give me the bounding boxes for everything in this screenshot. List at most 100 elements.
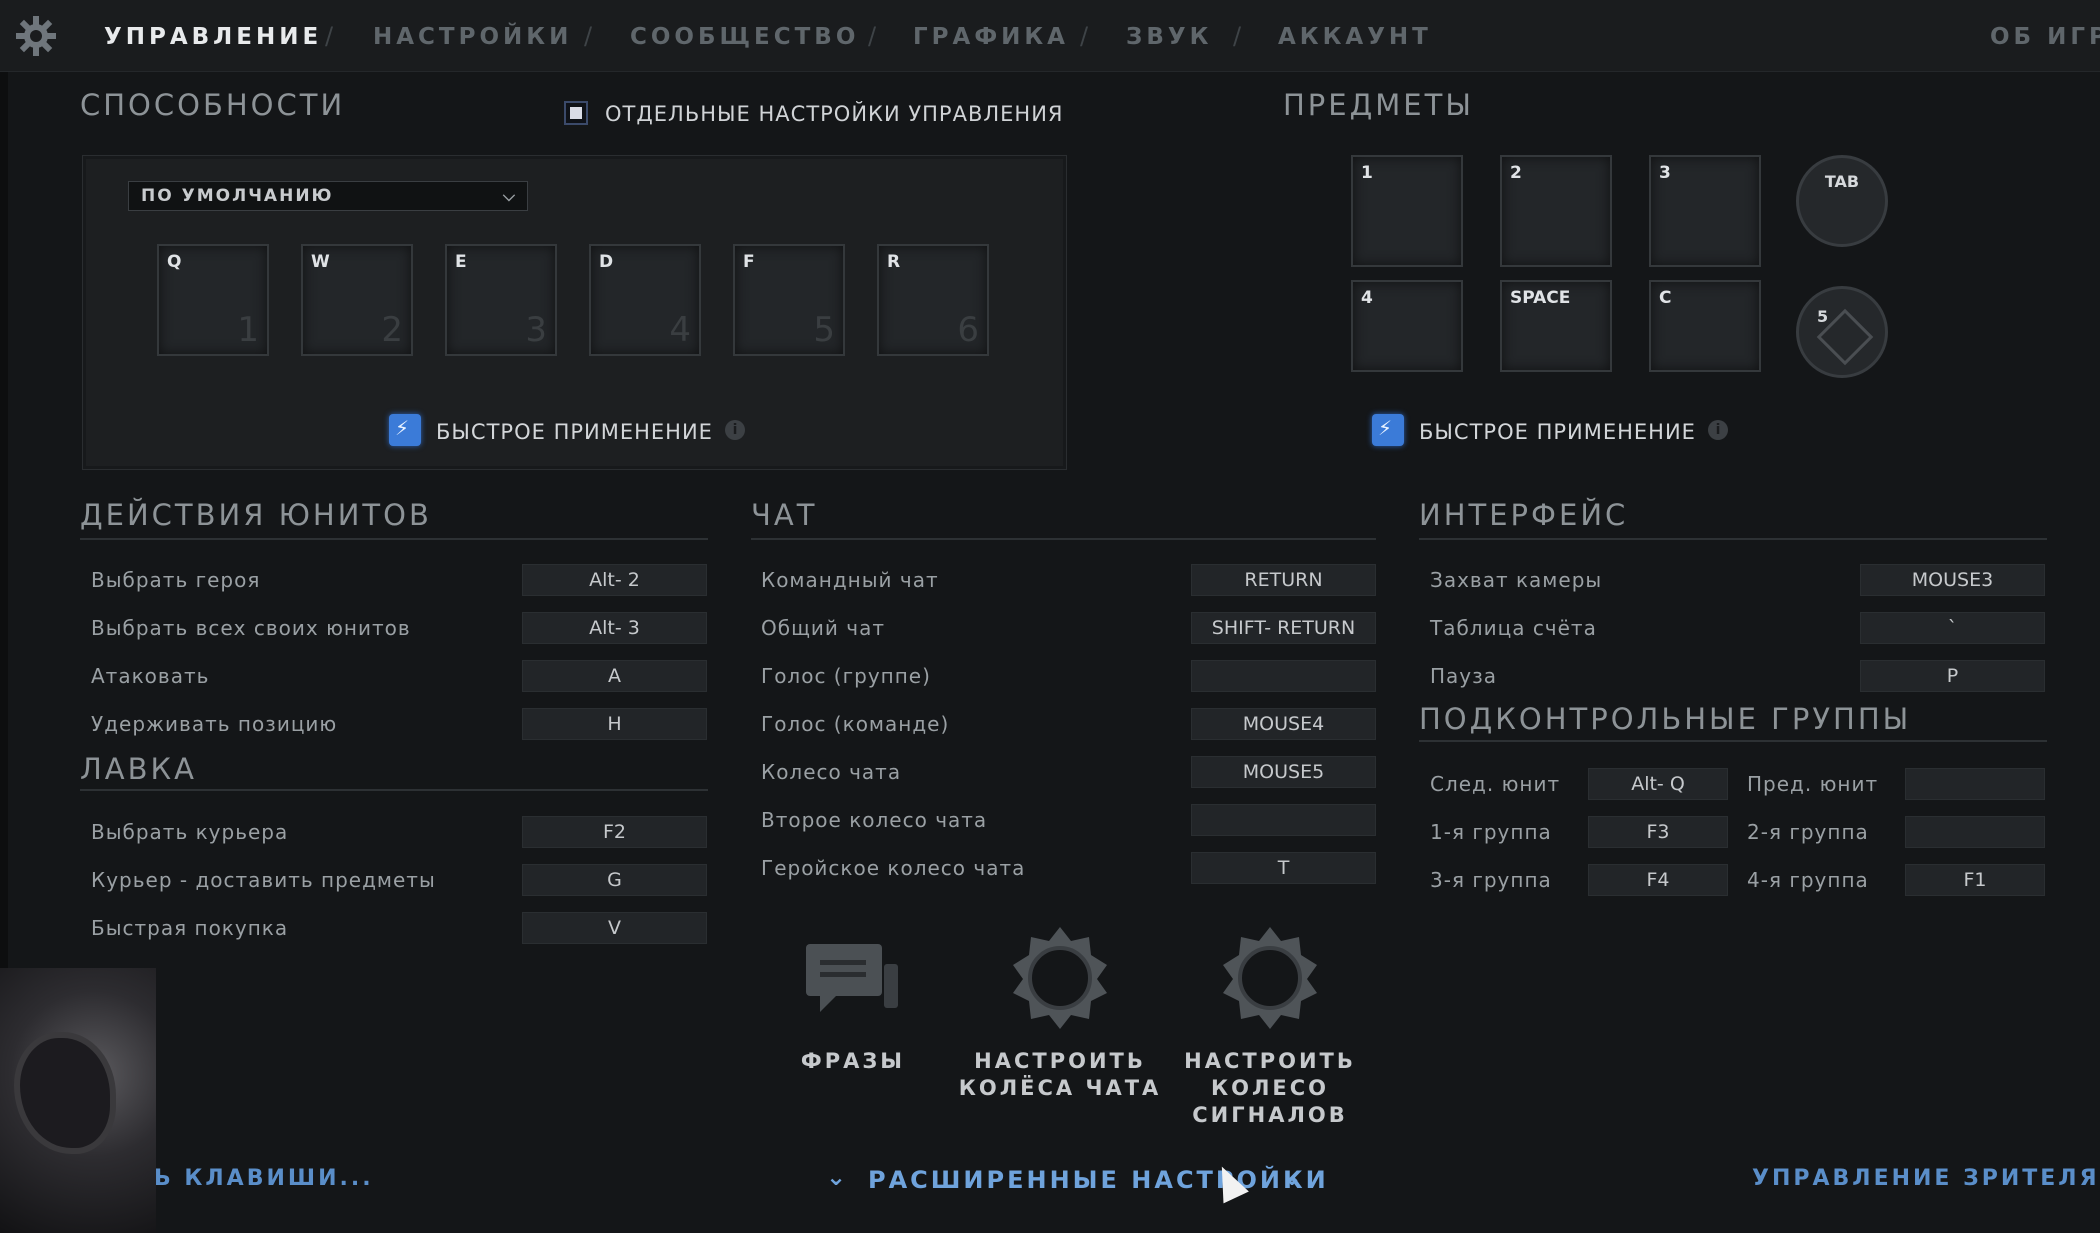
hotkey-button[interactable]: RETURN	[1191, 564, 1376, 596]
item-slot-space[interactable]: SPACE	[1500, 280, 1612, 372]
preset-value: ПО УМОЛЧАНИЮ	[141, 186, 334, 206]
hotkey-button[interactable]: H	[522, 708, 707, 740]
top-nav: УПРАВЛЕНИЕ / НАСТРОЙКИ / СООБЩЕСТВО / ГР…	[0, 0, 2100, 72]
slot-key: SPACE	[1510, 288, 1571, 308]
hotkey-button[interactable]: MOUSE5	[1191, 756, 1376, 788]
info-icon[interactable]: i	[1708, 420, 1728, 440]
neutral-item-slot[interactable]: 5	[1796, 286, 1888, 378]
quickcast-label: БЫСТРОЕ ПРИМЕНЕНИЕ	[436, 420, 713, 444]
slot-key: 5	[1817, 307, 1829, 326]
spectator-controls-link[interactable]: УПРАВЛЕНИЕ ЗРИТЕЛЯ »	[1752, 1166, 2100, 1191]
bind-label: Пауза	[1430, 664, 1498, 688]
ability-slot-q[interactable]: Q1	[157, 244, 269, 356]
bind-label: Выбрать героя	[91, 568, 261, 592]
nav-separator: /	[1080, 22, 1089, 50]
slot-key: E	[455, 252, 467, 272]
hotkey-button[interactable]: MOUSE3	[1860, 564, 2045, 596]
chat-wheel-button-label[interactable]: НАСТРОИТЬ КОЛЁСА ЧАТА	[950, 1048, 1170, 1102]
nav-separator: /	[325, 22, 334, 50]
hotkey-button[interactable]	[1191, 660, 1376, 692]
slot-key: D	[599, 252, 614, 272]
item-slot-3[interactable]: 3	[1649, 155, 1761, 267]
tab-sound[interactable]: ЗВУК	[1126, 24, 1212, 50]
bind-label: Удерживать позицию	[91, 712, 338, 736]
hotkey-button[interactable]: A	[522, 660, 707, 692]
bind-label: Атаковать	[91, 664, 210, 688]
hotkey-button[interactable]: T	[1191, 852, 1376, 884]
shop-title: ЛАВКА	[80, 752, 197, 786]
nav-separator: /	[868, 22, 877, 50]
hotkey-button[interactable]	[1905, 768, 2045, 800]
item-slot-c[interactable]: C	[1649, 280, 1761, 372]
slot-key: 1	[1361, 163, 1373, 183]
hotkey-button[interactable]	[1191, 804, 1376, 836]
phrases-button-label[interactable]: ФРАЗЫ	[763, 1048, 943, 1075]
tab-settings[interactable]: НАСТРОЙКИ	[373, 24, 572, 50]
tab-community[interactable]: СООБЩЕСТВО	[630, 24, 859, 50]
ability-slot-f[interactable]: F5	[733, 244, 845, 356]
hotkey-button[interactable]: F1	[1905, 864, 2045, 896]
ability-slot-w[interactable]: W2	[301, 244, 413, 356]
chat-title: ЧАТ	[751, 498, 818, 532]
slot-key: Q	[167, 252, 182, 272]
bind-label: Выбрать курьера	[91, 820, 289, 844]
slot-number: 6	[957, 310, 979, 350]
bind-label: Пред. юнит	[1747, 772, 1879, 796]
ping-wheel-icon[interactable]	[1215, 923, 1325, 1033]
hotkey-button[interactable]: F3	[1588, 816, 1728, 848]
preset-dropdown[interactable]: ПО УМОЛЧАНИЮ ⌵	[128, 181, 528, 211]
control-groups-title: ПОДКОНТРОЛЬНЫЕ ГРУППЫ	[1419, 702, 1912, 736]
bind-label: След. юнит	[1430, 772, 1561, 796]
custom-controls-checkbox[interactable]	[564, 101, 588, 125]
tab-controls[interactable]: УПРАВЛЕНИЕ	[104, 24, 322, 50]
info-icon[interactable]: i	[725, 420, 745, 440]
quickcast-icon[interactable]	[1372, 414, 1404, 446]
bind-label: 1-я группа	[1430, 820, 1552, 844]
chevron-down-icon: ⌄	[826, 1163, 850, 1191]
advanced-settings-label: РАСШИРЕННЫЕ НАСТРОЙКИ	[868, 1166, 1329, 1194]
slot-number: 5	[813, 310, 835, 350]
hotkey-button[interactable]: SHIFT- RETURN	[1191, 612, 1376, 644]
ability-slot-r[interactable]: R6	[877, 244, 989, 356]
item-slot-1[interactable]: 1	[1351, 155, 1463, 267]
hotkey-button[interactable]: F2	[522, 816, 707, 848]
divider	[80, 789, 708, 791]
tab-graphics[interactable]: ГРАФИКА	[913, 24, 1069, 50]
bind-label: Командный чат	[761, 568, 939, 592]
tab-about[interactable]: ОБ ИГРЕ	[1990, 24, 2100, 50]
divider	[751, 538, 1376, 540]
hotkey-button[interactable]: Alt- 3	[522, 612, 707, 644]
bind-label: Курьер - доставить предметы	[91, 868, 436, 892]
divider	[1419, 538, 2047, 540]
hotkey-button[interactable]: Alt- 2	[522, 564, 707, 596]
bind-label: 4-я группа	[1747, 868, 1869, 892]
hotkey-button[interactable]: Alt- Q	[1588, 768, 1728, 800]
slot-key: 2	[1510, 163, 1522, 183]
chat-bubbles-icon[interactable]	[798, 928, 908, 1038]
items-title: ПРЕДМЕТЫ	[1283, 88, 1474, 122]
slot-key: W	[311, 252, 330, 272]
hotkey-button[interactable]: `	[1860, 612, 2045, 644]
hotkeys-link[interactable]: Ь КЛАВИШИ...	[154, 1166, 374, 1191]
hotkey-button[interactable]: V	[522, 912, 707, 944]
slot-key: TAB	[1824, 172, 1860, 191]
backpack-slot-tab[interactable]: TAB	[1796, 155, 1888, 247]
item-slot-2[interactable]: 2	[1500, 155, 1612, 267]
quickcast-icon[interactable]	[389, 414, 421, 446]
hotkey-button[interactable]	[1905, 816, 2045, 848]
ping-wheel-button-label[interactable]: НАСТРОИТЬ КОЛЕСО СИГНАЛОВ	[1170, 1048, 1370, 1129]
bind-label: Второе колесо чата	[761, 808, 988, 832]
hotkey-button[interactable]: G	[522, 864, 707, 896]
chevron-down-icon: ⌵	[502, 186, 517, 205]
slot-number: 2	[381, 310, 403, 350]
hotkey-button[interactable]: MOUSE4	[1191, 708, 1376, 740]
hotkey-button[interactable]: P	[1860, 660, 2045, 692]
gear-icon[interactable]	[14, 14, 58, 58]
item-slot-4[interactable]: 4	[1351, 280, 1463, 372]
ability-slot-e[interactable]: E3	[445, 244, 557, 356]
hotkey-button[interactable]: F4	[1588, 864, 1728, 896]
chat-wheel-icon[interactable]	[1005, 923, 1115, 1033]
bind-label: 3-я группа	[1430, 868, 1552, 892]
tab-account[interactable]: АККАУНТ	[1278, 24, 1432, 50]
ability-slot-d[interactable]: D4	[589, 244, 701, 356]
